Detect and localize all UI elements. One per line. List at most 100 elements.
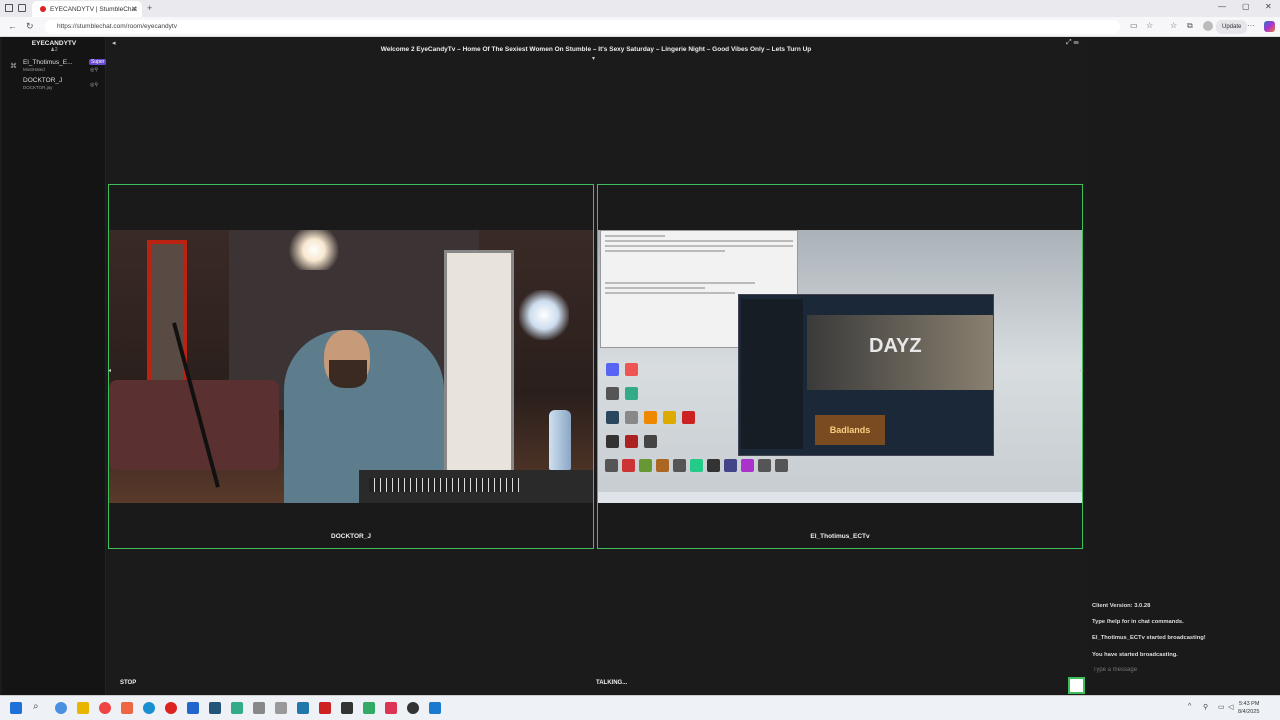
topic-expand-icon[interactable]: ▾ — [592, 55, 595, 62]
profile-avatar[interactable] — [1203, 21, 1213, 31]
chat-message: El_Thotimus_ECTv started broadcasting! — [1092, 635, 1206, 641]
chrome-icon[interactable] — [55, 702, 67, 714]
broadcast-icon: ⌘ — [10, 63, 17, 70]
search-icon[interactable]: ⌕ — [33, 701, 39, 712]
more-icon[interactable]: ··· — [1247, 21, 1255, 30]
minimize-icon[interactable]: — — [1218, 2, 1226, 11]
app-icon[interactable] — [187, 702, 199, 714]
desktop-icons — [603, 360, 733, 470]
user-item[interactable]: DOCKTOR_J DOCKTOR.jay ◎⚲ — [2, 76, 106, 94]
room-name: EYECANDYTV — [31, 40, 77, 47]
edge-icon[interactable] — [143, 702, 155, 714]
address-bar-area: ← ↻ https://stumblechat.com/room/eyecand… — [0, 17, 1280, 37]
app-icon[interactable] — [341, 702, 353, 714]
collections-icon[interactable]: ⧉ — [1187, 21, 1193, 31]
browser-icon[interactable] — [99, 702, 111, 714]
stumblechat-app: EYECANDYTV ♟2 ⌘ El_Thotimus_E... MostHat… — [0, 37, 1280, 695]
media-player-icon[interactable] — [407, 702, 419, 714]
user-name: DOCKTOR_J — [23, 77, 63, 84]
clock-time: 5:43 PM — [1238, 701, 1260, 707]
tab-close-icon[interactable]: ✕ — [131, 5, 137, 13]
browser-tab[interactable]: EYECANDYTV | StumbleChat ✕ — [32, 1, 142, 17]
maximize-icon[interactable]: ▢ — [1242, 2, 1250, 11]
user-name: El_Thotimus_E... — [23, 59, 73, 66]
browser-tabbar: EYECANDYTV | StumbleChat ✕ + — ▢ ✕ — [0, 0, 1280, 17]
role-badge: Super — [89, 59, 107, 65]
video-tile[interactable]: DAYZ Badlands El_Thotimus_ECTv — [597, 184, 1083, 549]
webcam-video — [109, 230, 593, 503]
app-icon[interactable] — [429, 702, 441, 714]
tab-actions-icon[interactable] — [18, 4, 26, 12]
user-subname: DOCKTOR.jay — [23, 85, 53, 90]
recording-icon — [40, 6, 46, 12]
tray-chevron-icon[interactable]: ^ — [1188, 703, 1191, 710]
video-tile[interactable]: DOCKTOR_J — [108, 184, 594, 549]
clock-date: 8/4/2025 — [1238, 709, 1260, 715]
talking-status[interactable]: TALKING... — [596, 680, 627, 686]
scroll-right-icon[interactable]: ▸ — [1080, 367, 1083, 374]
window-close-icon[interactable]: ✕ — [1265, 2, 1272, 11]
tab-title: EYECANDYTV | StumbleChat — [50, 5, 137, 13]
shared-taskbar — [598, 492, 1082, 503]
windows-taskbar: ⌕ ^ ⚲ ▭ ◁ 5:43 PM 8/4/2025 — [0, 695, 1280, 720]
tile-label: El_Thotimus_ECTv — [810, 533, 870, 540]
video-scene — [549, 410, 571, 470]
user-tools-icon[interactable]: ◎⚲ — [90, 82, 98, 88]
app-icon[interactable] — [231, 702, 243, 714]
opera-icon[interactable] — [165, 702, 177, 714]
video-scene — [147, 240, 187, 400]
user-tools-icon[interactable]: ◎⚲ — [90, 67, 98, 73]
shared-game-subtitle: Badlands — [815, 415, 885, 445]
app-icon[interactable] — [275, 702, 287, 714]
video-scene — [444, 250, 514, 480]
shared-steam-window: DAYZ Badlands — [738, 294, 994, 456]
start-icon[interactable] — [10, 702, 22, 714]
chat-input[interactable] — [1090, 664, 1278, 676]
stop-broadcast-button[interactable]: STOP — [120, 680, 136, 686]
video-scene — [741, 299, 803, 449]
url-field[interactable]: https://stumblechat.com/room/eyecandytv — [45, 20, 1120, 34]
video-scene — [369, 478, 519, 492]
app-icon[interactable] — [385, 702, 397, 714]
chat-message: You have started broadcasting. — [1092, 652, 1178, 658]
file-explorer-icon[interactable] — [77, 702, 89, 714]
tile-label: DOCKTOR_J — [331, 533, 371, 540]
scroll-left-icon[interactable]: ◂ — [108, 367, 111, 374]
settings-icon[interactable] — [253, 702, 265, 714]
room-menu-icons[interactable]: ⤢ ☰ — [1066, 39, 1079, 47]
user-subname: MostHated — [23, 67, 45, 72]
volume-icon[interactable]: ◁ — [1228, 703, 1233, 711]
app-icon[interactable] — [209, 702, 221, 714]
app-icon[interactable] — [363, 702, 375, 714]
chat-message: Client Version: 3.0.28 — [1092, 603, 1151, 609]
chat-panel: Client Version: 3.0.28 Type /help for in… — [1086, 37, 1280, 695]
video-scene — [284, 230, 344, 270]
favorite-icon[interactable]: ☆ — [1146, 21, 1153, 30]
video-scene — [329, 360, 367, 388]
refresh-icon[interactable]: ↻ — [26, 21, 34, 32]
window-menu-icon[interactable] — [5, 4, 13, 12]
read-aloud-icon[interactable]: ▭ — [1130, 21, 1138, 30]
tray-app-icon[interactable]: ⚲ — [1203, 703, 1208, 711]
app-icon[interactable] — [121, 702, 133, 714]
system-clock[interactable]: 5:43 PM 8/4/2025 — [1238, 700, 1259, 716]
user-item[interactable]: ⌘ El_Thotimus_E... MostHated Super ◎⚲ — [2, 58, 107, 76]
chat-message: Type /help for in chat commands. — [1092, 619, 1184, 625]
user-count-value: 2 — [54, 47, 58, 53]
new-tab-icon[interactable]: + — [147, 3, 152, 13]
user-count: ♟2 — [2, 47, 106, 53]
app-icon[interactable] — [297, 702, 309, 714]
room-topic: Welcome 2 EyeCandyTv – Home Of The Sexie… — [380, 46, 812, 53]
copilot-icon[interactable] — [1264, 21, 1275, 32]
user-list-sidebar: EYECANDYTV ♟2 ⌘ El_Thotimus_E... MostHat… — [2, 37, 107, 695]
shared-game-title: DAYZ — [869, 335, 922, 357]
update-button[interactable]: Update — [1216, 20, 1248, 34]
back-icon[interactable]: ← — [8, 21, 17, 31]
desktop-icons — [603, 458, 803, 474]
video-scene — [519, 290, 569, 340]
screen-share-video: DAYZ Badlands — [598, 230, 1082, 503]
app-icon[interactable] — [319, 702, 331, 714]
favorites-icon[interactable]: ☆ — [1170, 21, 1177, 30]
push-to-talk-button[interactable] — [1068, 677, 1085, 694]
network-icon[interactable]: ▭ — [1218, 703, 1225, 711]
